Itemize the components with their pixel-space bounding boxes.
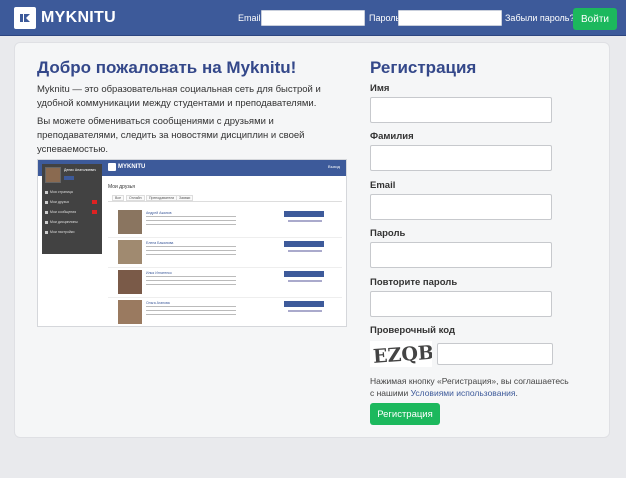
preview-tab: Заявки	[176, 195, 194, 201]
password-label: Пароль	[369, 13, 401, 23]
register-button[interactable]: Регистрация	[370, 403, 440, 425]
first-name-label: Имя	[370, 83, 390, 94]
preview-friend-text	[146, 276, 236, 288]
preview-friend-name: Илья Игнатенко	[146, 271, 172, 275]
password-label: Пароль	[370, 228, 406, 239]
last-name-input[interactable]	[370, 145, 552, 171]
preview-friend-text	[146, 246, 236, 258]
preview-remove-link	[288, 250, 322, 252]
welcome-title: Добро пожаловать на Myknitu!	[37, 58, 297, 77]
preview-tab: Все	[112, 195, 125, 201]
email-label: Email	[370, 180, 396, 191]
email-label: Email	[238, 13, 261, 23]
preview-friend-name: Ольга Агапова	[146, 301, 170, 305]
preview-friend-text	[146, 306, 236, 318]
main-card: Добро пожаловать на Myknitu! Myknitu — э…	[14, 42, 610, 438]
preview-badge	[92, 200, 97, 204]
preview-heading: Мои друзья	[108, 184, 135, 190]
preview-logo: MYKNITU	[108, 163, 145, 171]
preview-logo-icon	[108, 163, 116, 171]
preview-friend-photo	[118, 300, 142, 324]
welcome-paragraph-2: Вы можете обмениваться сообщениями с дру…	[37, 116, 305, 155]
preview-friend-photo	[118, 210, 142, 234]
preview-friend-photo	[118, 270, 142, 294]
preview-exit: Выход	[328, 164, 340, 169]
captcha-text: EZQB	[372, 342, 432, 367]
email-input[interactable]	[370, 194, 552, 220]
preview-friend-photo	[118, 240, 142, 264]
preview-edit-button	[64, 176, 74, 180]
preview-menu-item: Моя страница	[45, 188, 99, 196]
preview-remove-link	[288, 310, 322, 312]
registration-title: Регистрация	[370, 58, 477, 77]
login-button[interactable]: Войти	[573, 8, 617, 30]
password-input[interactable]	[370, 242, 552, 268]
preview-menu-item: Мои сообщения	[45, 208, 99, 216]
login-email-input[interactable]	[261, 10, 365, 26]
preview-tab: Преподаватели	[146, 195, 178, 201]
logo-text: MYKNITU	[41, 9, 116, 26]
last-name-label: Фамилия	[370, 131, 414, 142]
preview-message-button	[284, 241, 324, 247]
preview-message-button	[284, 211, 324, 217]
repeat-password-input[interactable]	[370, 291, 552, 317]
preview-user-name: Денис Анатолиевич	[64, 168, 97, 172]
captcha-image: EZQB	[370, 341, 435, 368]
site-logo[interactable]: MYKNITU	[14, 7, 116, 29]
preview-tabs: Все Онлайн Преподаватели Заявки	[108, 194, 342, 202]
preview-message-button	[284, 301, 324, 307]
preview-friend-row: Андрей Ажанов	[108, 208, 342, 238]
site-preview-image: MYKNITU Выход Денис Анатолиевич Моя стра…	[37, 159, 347, 327]
preview-logo-text: MYKNITU	[118, 164, 146, 170]
terms-notice: Нажимая кнопку «Регистрация», вы соглаша…	[370, 375, 570, 399]
preview-sidebar: Денис Анатолиевич Моя страница Мои друзь…	[42, 164, 102, 254]
preview-friend-row: Ольга Агапова	[108, 298, 342, 326]
preview-remove-link	[288, 220, 322, 222]
forgot-password-link[interactable]: Забыли пароль?	[505, 13, 574, 23]
preview-friend-row: Илья Игнатенко	[108, 268, 342, 298]
login-password-input[interactable]	[398, 10, 502, 26]
top-navbar: MYKNITU Email Пароль Забыли пароль? Войт…	[0, 0, 626, 36]
captcha-label: Проверочный код	[370, 325, 455, 336]
preview-tab: Онлайн	[126, 195, 145, 201]
preview-friend-row: Елена Бажанова	[108, 238, 342, 268]
terms-link[interactable]: Условиями использования	[411, 388, 516, 398]
preview-remove-link	[288, 280, 322, 282]
preview-menu-item: Мои дисциплины	[45, 218, 99, 226]
preview-badge	[92, 210, 97, 214]
welcome-paragraph-1: Myknitu — это образовательная социальная…	[37, 84, 321, 109]
preview-friend-name: Андрей Ажанов	[146, 211, 172, 215]
preview-avatar	[45, 167, 61, 183]
preview-friend-text	[146, 216, 236, 228]
logo-icon	[14, 7, 36, 29]
repeat-password-label: Повторите пароль	[370, 277, 458, 288]
preview-menu-item: Мои друзья	[45, 198, 99, 206]
preview-friend-name: Елена Бажанова	[146, 241, 174, 245]
first-name-input[interactable]	[370, 97, 552, 123]
preview-menu-item: Мои настройки	[45, 228, 99, 236]
terms-suffix: .	[515, 388, 518, 398]
preview-message-button	[284, 271, 324, 277]
captcha-input[interactable]	[437, 343, 553, 365]
